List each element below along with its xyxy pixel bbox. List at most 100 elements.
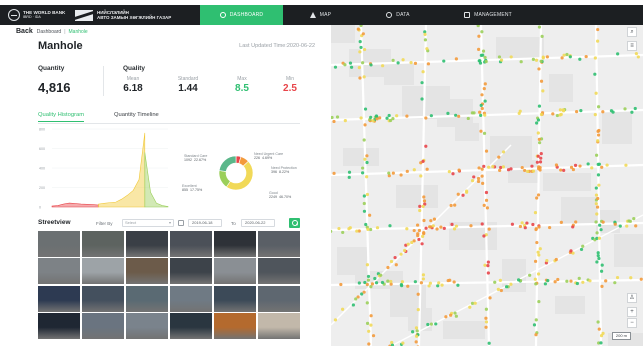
nav-map[interactable]: MAP	[283, 5, 358, 25]
manhole-marker[interactable]	[575, 110, 579, 114]
manhole-marker[interactable]	[486, 260, 490, 264]
manhole-marker[interactable]	[537, 253, 541, 257]
manhole-marker[interactable]	[453, 203, 457, 207]
manhole-marker[interactable]	[412, 168, 416, 172]
manhole-marker[interactable]	[454, 113, 458, 117]
manhole-marker[interactable]	[536, 193, 541, 197]
manhole-marker[interactable]	[387, 171, 391, 175]
manhole-marker[interactable]	[597, 327, 601, 331]
manhole-marker[interactable]	[405, 114, 409, 118]
manhole-marker[interactable]	[429, 322, 433, 326]
manhole-marker[interactable]	[362, 209, 367, 213]
manhole-marker[interactable]	[523, 226, 527, 230]
manhole-marker[interactable]	[420, 97, 424, 101]
manhole-marker[interactable]	[623, 107, 627, 111]
manhole-marker[interactable]	[578, 57, 582, 61]
manhole-marker[interactable]	[442, 226, 446, 230]
manhole-marker[interactable]	[574, 220, 578, 224]
manhole-marker[interactable]	[484, 149, 489, 153]
manhole-marker[interactable]	[486, 271, 490, 275]
manhole-marker[interactable]	[332, 171, 336, 175]
manhole-marker[interactable]	[363, 157, 367, 161]
manhole-marker[interactable]	[416, 308, 420, 312]
date-to-input[interactable]: 2020-06-22	[241, 219, 275, 227]
streetview-thumbnail[interactable]	[38, 231, 81, 257]
manhole-marker[interactable]	[351, 303, 355, 307]
manhole-marker[interactable]	[600, 284, 604, 288]
manhole-marker[interactable]	[470, 179, 475, 183]
manhole-marker[interactable]	[534, 318, 538, 322]
manhole-marker[interactable]	[358, 76, 362, 80]
manhole-marker[interactable]	[409, 61, 413, 65]
manhole-marker[interactable]	[363, 123, 367, 127]
manhole-marker[interactable]	[598, 223, 602, 227]
manhole-marker[interactable]	[501, 165, 506, 169]
streetview-thumbnail[interactable]	[125, 313, 169, 339]
manhole-marker[interactable]	[565, 52, 569, 57]
manhole-marker[interactable]	[595, 231, 599, 235]
manhole-marker[interactable]	[452, 227, 457, 231]
manhole-marker[interactable]	[400, 280, 405, 284]
manhole-marker[interactable]	[366, 274, 371, 279]
manhole-marker[interactable]	[401, 341, 405, 345]
manhole-marker[interactable]	[355, 229, 359, 233]
manhole-marker[interactable]	[558, 108, 562, 112]
manhole-marker[interactable]	[520, 221, 524, 225]
manhole-marker[interactable]	[559, 112, 563, 116]
manhole-marker[interactable]	[426, 62, 431, 66]
manhole-marker[interactable]	[405, 227, 409, 231]
manhole-marker[interactable]	[416, 232, 420, 236]
manhole-marker[interactable]	[480, 222, 484, 226]
manhole-marker[interactable]	[375, 226, 380, 230]
manhole-marker[interactable]	[531, 222, 535, 227]
manhole-marker[interactable]	[571, 225, 575, 229]
manhole-marker[interactable]	[414, 334, 419, 338]
manhole-marker[interactable]	[538, 247, 542, 251]
manhole-marker[interactable]	[584, 54, 588, 59]
manhole-marker[interactable]	[447, 170, 451, 174]
manhole-marker[interactable]	[613, 281, 617, 285]
manhole-marker[interactable]	[560, 56, 564, 60]
manhole-marker[interactable]	[421, 70, 425, 74]
manhole-marker[interactable]	[374, 114, 379, 118]
manhole-marker[interactable]	[629, 276, 633, 280]
manhole-marker[interactable]	[446, 278, 450, 283]
manhole-marker[interactable]	[396, 61, 400, 65]
manhole-marker[interactable]	[594, 193, 599, 197]
manhole-marker[interactable]	[385, 116, 389, 120]
manhole-marker[interactable]	[420, 81, 424, 85]
manhole-marker[interactable]	[636, 55, 640, 59]
manhole-marker[interactable]	[586, 162, 590, 166]
manhole-marker[interactable]	[420, 242, 424, 246]
zoom-out-button[interactable]: −	[627, 318, 637, 328]
manhole-marker[interactable]	[487, 341, 491, 345]
manhole-marker[interactable]	[402, 248, 407, 253]
manhole-marker[interactable]	[516, 278, 521, 282]
manhole-marker[interactable]	[525, 221, 529, 225]
manhole-marker[interactable]	[348, 61, 353, 65]
manhole-marker[interactable]	[422, 195, 426, 199]
manhole-marker[interactable]	[510, 222, 515, 226]
streetview-thumbnail[interactable]	[81, 285, 125, 312]
manhole-marker[interactable]	[365, 154, 369, 158]
manhole-marker[interactable]	[387, 113, 391, 118]
manhole-marker[interactable]	[418, 204, 422, 208]
manhole-marker[interactable]	[437, 281, 441, 285]
manhole-marker[interactable]	[499, 165, 503, 170]
manhole-marker[interactable]	[476, 25, 480, 28]
manhole-marker[interactable]	[559, 168, 563, 172]
manhole-marker[interactable]	[483, 99, 487, 103]
manhole-marker[interactable]	[488, 296, 492, 300]
manhole-marker[interactable]	[531, 169, 536, 173]
manhole-marker[interactable]	[634, 224, 638, 228]
manhole-marker[interactable]	[417, 228, 422, 233]
manhole-marker[interactable]	[590, 166, 594, 170]
manhole-marker[interactable]	[599, 269, 604, 273]
manhole-marker[interactable]	[541, 56, 545, 60]
streetview-thumbnail[interactable]	[81, 313, 125, 339]
manhole-marker[interactable]	[411, 330, 415, 334]
streetview-thumbnail[interactable]	[169, 313, 213, 339]
manhole-marker[interactable]	[532, 323, 537, 327]
manhole-marker[interactable]	[543, 282, 547, 286]
manhole-marker[interactable]	[537, 165, 541, 169]
